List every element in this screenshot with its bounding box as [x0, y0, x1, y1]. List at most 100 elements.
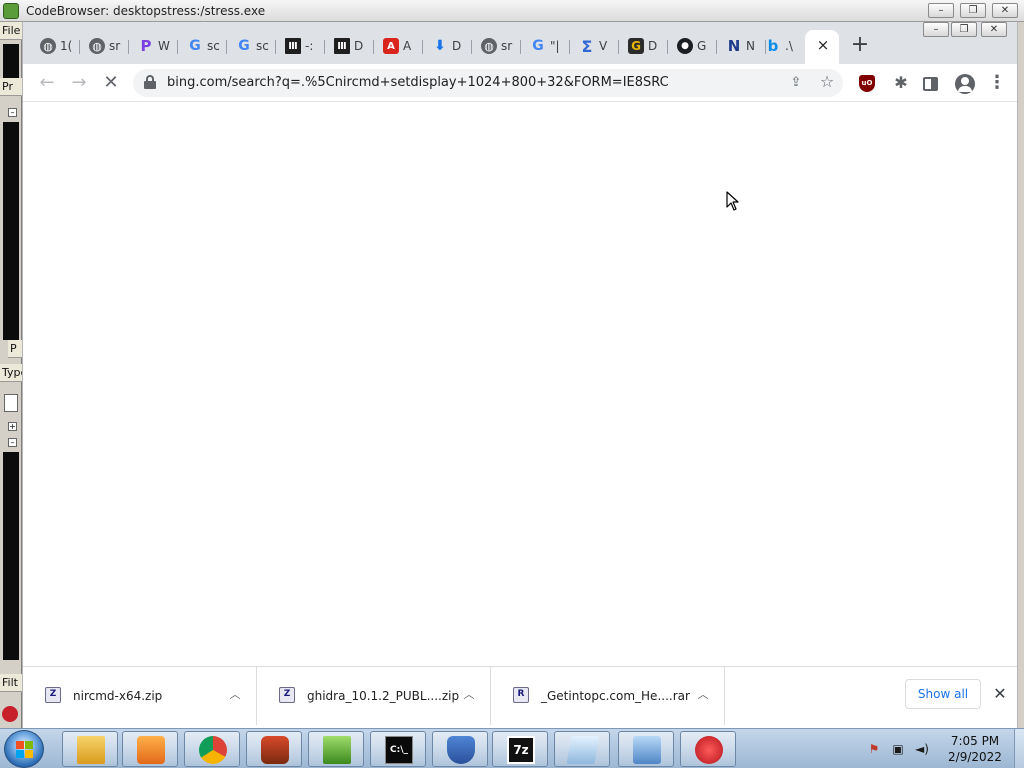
back-button[interactable]: ←	[35, 72, 59, 96]
close-download-shelf-icon[interactable]: ✕	[991, 685, 1009, 703]
tab-title: "|	[550, 39, 560, 53]
tab-title: D	[452, 39, 462, 53]
tab[interactable]: G sc	[180, 34, 227, 60]
share-icon[interactable]: ⇪	[787, 74, 805, 92]
taskbar-media-player[interactable]	[122, 731, 178, 767]
taskbar-cmd[interactable]: C:\_	[370, 731, 426, 767]
stop-loading-button[interactable]: ✕	[99, 72, 123, 96]
control-panel-icon	[633, 736, 661, 764]
close-tab-icon[interactable]: ×	[815, 38, 831, 54]
tab-title: sc	[207, 39, 220, 53]
tab[interactable]: Ⅲ D	[327, 34, 374, 60]
tab[interactable]: ● G	[670, 34, 717, 60]
clock-date[interactable]: 2/9/2022	[944, 750, 1006, 764]
taskbar-notepadpp[interactable]	[308, 731, 364, 767]
chrome-close-button[interactable]: ✕	[981, 22, 1007, 37]
codebrowser-close-button[interactable]: ✕	[992, 3, 1018, 18]
page-content-blank	[23, 102, 1017, 666]
taskbar-ghidra-red[interactable]	[680, 731, 736, 767]
bookmark-star-icon[interactable]: ☆	[818, 73, 836, 91]
extensions-puzzle-icon[interactable]: ✱	[889, 72, 913, 96]
program-tree-tab[interactable]: Pr	[0, 78, 22, 96]
chrome-minimize-button[interactable]: –	[923, 22, 949, 37]
codebrowser-left-strip: File Pr – P Type + – Filt	[0, 22, 22, 728]
program-tab[interactable]: P	[8, 340, 22, 358]
download-shelf: Z nircmd-x64.zip ︿ Z ghidra_10.1.2_PUBL.…	[23, 666, 1017, 728]
dark-panel	[3, 122, 19, 340]
notepadpp-icon	[323, 736, 351, 764]
chevron-up-icon[interactable]: ︿	[695, 687, 711, 703]
profile-avatar-icon[interactable]	[955, 74, 975, 94]
system-tray: ⚑ ▣ ◄) 7:05 PM 2/9/2022	[860, 729, 1024, 768]
tab[interactable]: G D	[621, 34, 668, 60]
file-menu[interactable]: File	[0, 22, 22, 40]
tab[interactable]: P W	[131, 34, 178, 60]
chevron-up-icon[interactable]: ︿	[461, 687, 477, 703]
tab[interactable]: ◍ sr	[82, 34, 129, 60]
start-button[interactable]	[4, 730, 44, 768]
active-tab[interactable]: ×	[805, 30, 839, 64]
show-all-downloads-button[interactable]: Show all	[905, 679, 981, 709]
tab[interactable]: ⬇ D	[425, 34, 472, 60]
cmd-icon: C:\_	[385, 736, 413, 764]
tab[interactable]: A A	[376, 34, 423, 60]
tab[interactable]: G sc	[229, 34, 276, 60]
taskbar-ghidra[interactable]	[246, 731, 302, 767]
tab[interactable]: Ⅲ -:	[278, 34, 325, 60]
notepad-icon	[566, 736, 600, 764]
taskbar-7zip[interactable]: 7z	[492, 731, 548, 767]
taskbar-shield-app[interactable]	[432, 731, 488, 767]
taskbar-chrome[interactable]	[184, 731, 240, 767]
taskbar-notepad[interactable]	[554, 731, 610, 767]
codebrowser-titlebar[interactable]: CodeBrowser: desktopstress:/stress.exe –…	[0, 0, 1024, 22]
lock-icon[interactable]	[144, 75, 156, 89]
tab-title: sr	[501, 39, 513, 53]
address-bar[interactable]: bing.com/search?q=.%5Cnircmd+setdisplay+…	[133, 69, 843, 97]
data-type-tab[interactable]: Type	[0, 364, 22, 382]
taskbar-control-panel[interactable]	[618, 731, 674, 767]
shield-app-icon	[447, 736, 475, 764]
explorer-icon	[77, 736, 105, 764]
download-item[interactable]: R _Getintopc.com_He....rar ︿	[491, 667, 725, 725]
ghidra-red-icon[interactable]	[2, 706, 18, 722]
dark-panel	[3, 452, 19, 660]
chrome-menu-icon[interactable]: ⋮	[987, 72, 1007, 96]
chrome-restore-button[interactable]: ❐	[951, 22, 977, 37]
address-bar-url[interactable]: bing.com/search?q=.%5Cnircmd+setdisplay+…	[167, 75, 669, 90]
action-center-flag-icon[interactable]: ⚑	[866, 741, 882, 757]
chevron-up-icon[interactable]: ︿	[227, 687, 243, 703]
new-tab-button[interactable]: +	[849, 34, 871, 57]
network-icon[interactable]: ▣	[890, 741, 906, 757]
ghidra-red-icon	[695, 736, 723, 764]
download-item[interactable]: Z nircmd-x64.zip ︿	[23, 667, 257, 725]
filter-label: Filt	[0, 674, 22, 692]
tree-expander[interactable]: –	[8, 438, 17, 447]
google-icon: G	[189, 38, 201, 54]
zip-file-icon: Z	[45, 687, 61, 703]
show-desktop-button[interactable]	[1014, 729, 1024, 768]
mouse-cursor-icon	[726, 191, 739, 211]
tab-title: D	[354, 39, 364, 53]
side-panel-icon[interactable]	[923, 77, 938, 91]
ghidra-app-icon	[3, 3, 19, 19]
chrome-icon	[199, 736, 227, 764]
globe-icon: ◍	[40, 38, 56, 54]
tree-expander[interactable]: –	[8, 108, 17, 117]
codebrowser-restore-button[interactable]: ❐	[960, 3, 986, 18]
download-icon: ⬇	[434, 38, 446, 54]
archive-icon[interactable]	[4, 394, 18, 412]
ublock-origin-extension-icon[interactable]: uO	[859, 75, 875, 92]
volume-icon[interactable]: ◄)	[914, 741, 930, 757]
tab[interactable]: b .\	[758, 34, 805, 60]
tree-expander[interactable]: +	[8, 422, 17, 431]
tab[interactable]: G "|	[523, 34, 570, 60]
tab-strip: ◍ 1( ◍ sr P W G sc G sc Ⅲ -: Ⅲ D A A ⬇ D…	[23, 22, 1017, 64]
download-item[interactable]: Z ghidra_10.1.2_PUBL....zip ︿	[257, 667, 491, 725]
tab[interactable]: ◍ sr	[474, 34, 521, 60]
tab[interactable]: ◍ 1(	[33, 34, 80, 60]
taskbar-explorer[interactable]	[62, 731, 118, 767]
codebrowser-minimize-button[interactable]: –	[928, 3, 954, 18]
clock-time[interactable]: 7:05 PM	[944, 734, 1006, 748]
tab[interactable]: Σ V	[572, 34, 619, 60]
forward-button[interactable]: →	[67, 72, 91, 96]
